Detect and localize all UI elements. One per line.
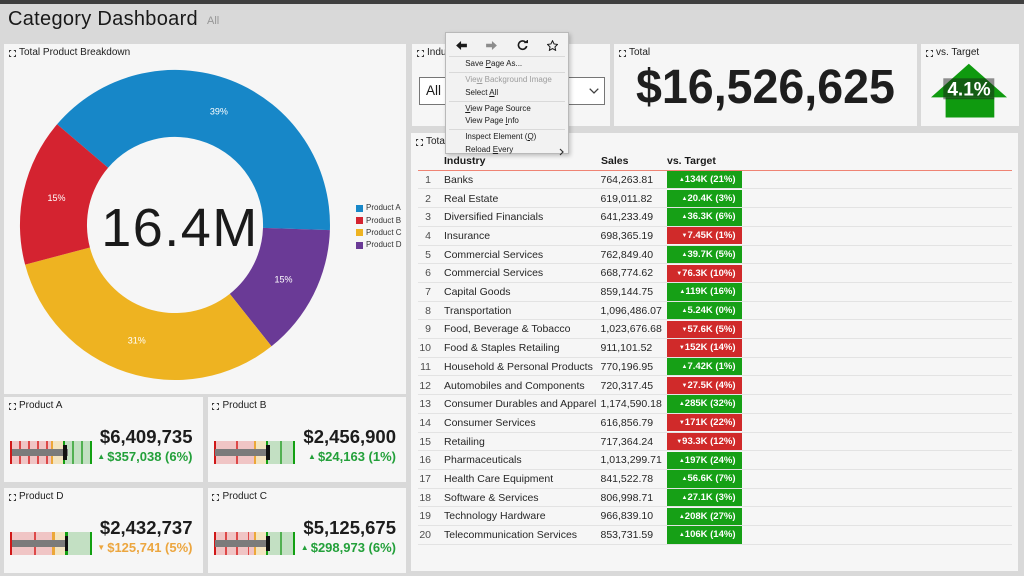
svg-text:31%: 31% [128, 335, 146, 345]
svg-text:15%: 15% [47, 193, 65, 203]
svg-text:4.1%: 4.1% [947, 80, 990, 101]
svg-text:39%: 39% [210, 107, 228, 117]
svg-text:15%: 15% [274, 275, 292, 285]
